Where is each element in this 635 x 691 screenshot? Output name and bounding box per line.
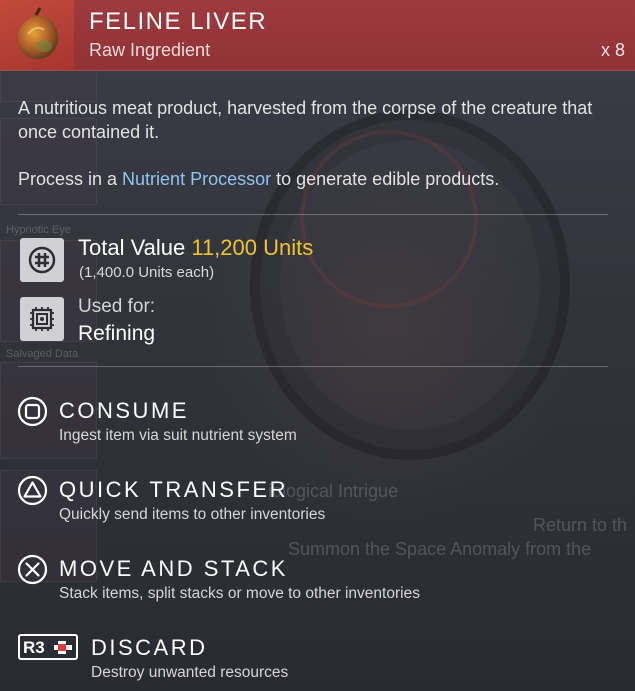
item-quantity: x 8 [600, 40, 625, 60]
background-mission-text: Return to th [533, 515, 628, 535]
item-title: FELINE LIVER [89, 8, 268, 35]
r3-button-label: R3 [23, 638, 45, 657]
action-description: Destroy unwanted resources [91, 664, 289, 681]
unit-value: (1,400.0 Units each) [79, 264, 215, 281]
item-category: Raw Ingredient [89, 40, 211, 60]
item-description: A nutritious meat product, harvested fro… [18, 98, 593, 142]
action-description: Quickly send items to other inventories [59, 506, 326, 523]
background-slot-label: Salvaged Data [6, 348, 79, 360]
process-hint-prefix: Process in a [18, 169, 123, 189]
feline-liver-icon [0, 0, 75, 70]
nutrient-processor-link: Nutrient Processor [122, 169, 272, 189]
action-description: Stack items, split stacks or move to oth… [59, 585, 420, 602]
total-value: Total Value 11,200 Units [78, 235, 313, 261]
action-description: Ingest item via suit nutrient system [59, 427, 297, 444]
background-ring [300, 130, 478, 308]
used-for-label: Used for: [78, 296, 156, 317]
item-tooltip-screen: Hypnotic Eye Salvaged Data iological Int… [0, 0, 635, 691]
background-mission-text: Summon the Space Anomaly from the [288, 539, 592, 559]
divider [18, 366, 608, 367]
action-title: CONSUME [59, 398, 189, 423]
action-title: QUICK TRANSFER [59, 477, 288, 502]
total-value-amount: 11,200 Units [191, 235, 314, 260]
refiner-icon [20, 297, 64, 341]
square-button-icon [17, 396, 48, 427]
triangle-button-icon [17, 475, 48, 506]
action-title: DISCARD [91, 635, 208, 660]
process-hint: Process in a Nutrient Processor to gener… [18, 167, 618, 191]
divider [18, 214, 608, 215]
background-slot-label: Hypnotic Eye [6, 224, 71, 236]
total-value-label: Total Value [78, 235, 192, 260]
r3-button-icon: R3 [18, 634, 78, 660]
used-for-value: Refining [78, 322, 156, 345]
cross-button-icon [17, 554, 48, 585]
item-header: FELINE LIVER Raw Ingredient x 8 [0, 0, 635, 71]
process-hint-suffix: to generate edible products. [271, 169, 500, 189]
units-icon [20, 238, 64, 282]
action-title: MOVE AND STACK [59, 556, 288, 581]
